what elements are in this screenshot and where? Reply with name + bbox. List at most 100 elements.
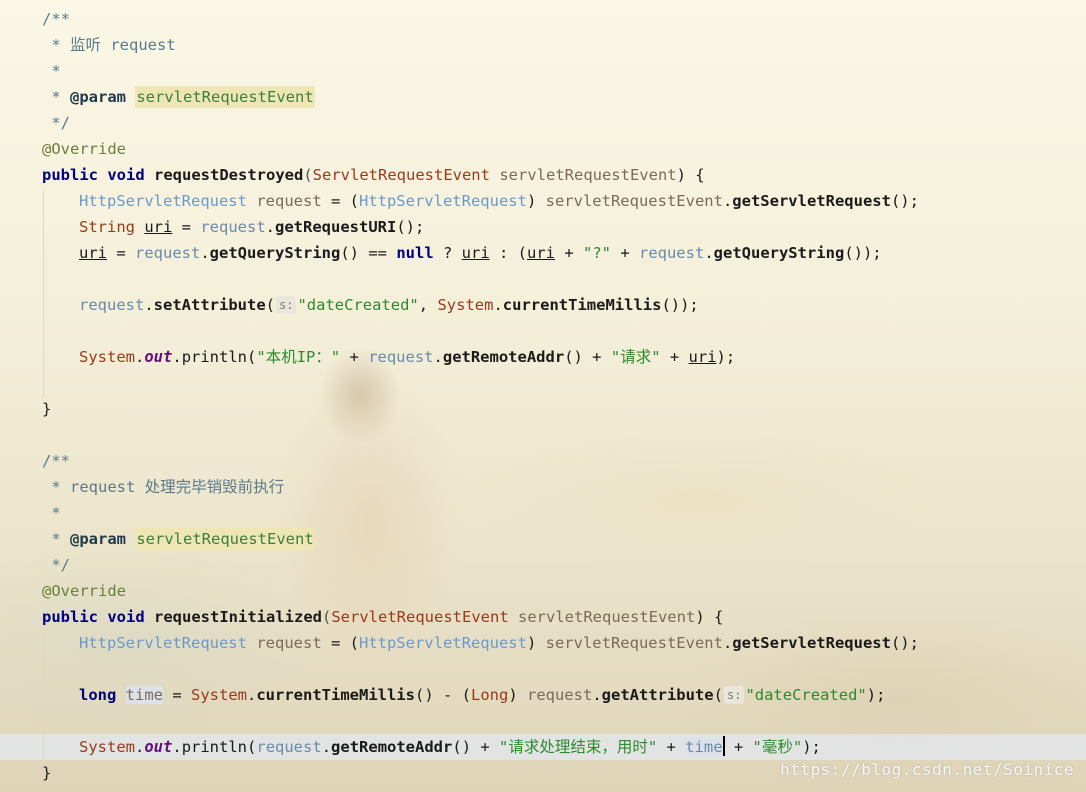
- code-line[interactable]: System.out.println("本机IP：" + request.get…: [42, 344, 735, 370]
- code-line[interactable]: * @param servletRequestEvent: [42, 526, 315, 552]
- static-field: out: [144, 348, 173, 366]
- code-line[interactable]: /**: [42, 6, 70, 32]
- method-call[interactable]: getRemoteAddr: [331, 738, 452, 756]
- code-line[interactable]: * request 处理完毕销毁前执行: [42, 474, 284, 500]
- keyword: public: [42, 166, 98, 184]
- operator: () ==: [340, 244, 397, 262]
- operator: =: [163, 686, 191, 704]
- code-line[interactable]: request.setAttribute(s: "dateCreated", Sy…: [42, 292, 699, 318]
- keyword: null: [396, 244, 434, 262]
- method-call[interactable]: getServletRequest: [732, 634, 891, 652]
- method-call[interactable]: getAttribute: [602, 686, 714, 704]
- code-editor[interactable]: /** * 监听 request * * @param servletReque…: [0, 0, 1086, 792]
- doc-comment: *: [42, 62, 61, 80]
- doc-comment: */: [42, 114, 70, 132]
- type-name[interactable]: System: [79, 738, 135, 756]
- method-call[interactable]: currentTimeMillis: [256, 686, 415, 704]
- code-line[interactable]: }: [42, 760, 51, 786]
- type-name[interactable]: System: [191, 686, 247, 704]
- watermark: https://blog.csdn.net/Soinice: [780, 760, 1074, 779]
- type-name[interactable]: HttpServletRequest: [79, 634, 247, 652]
- doc-comment: *: [42, 530, 70, 548]
- keyword: void: [107, 608, 145, 626]
- code-line[interactable]: *: [42, 58, 61, 84]
- type-name[interactable]: HttpServletRequest: [79, 192, 247, 210]
- code-line[interactable]: }: [42, 396, 51, 422]
- operator: () - (: [414, 686, 471, 704]
- doc-comment: /**: [42, 10, 70, 28]
- string-literal: "本机IP：": [256, 348, 341, 366]
- code-line[interactable]: String uri = request.getRequestURI();: [42, 214, 424, 240]
- variable: request: [79, 296, 145, 314]
- punctuation: );: [716, 348, 736, 366]
- variable: uri: [526, 244, 555, 262]
- code-line[interactable]: public void requestDestroyed(ServletRequ…: [42, 162, 705, 188]
- variable: request: [256, 634, 322, 652]
- method-call[interactable]: currentTimeMillis: [503, 296, 662, 314]
- method-name[interactable]: requestInitialized: [154, 608, 322, 626]
- punctuation: ());: [844, 244, 882, 262]
- method-call[interactable]: getServletRequest: [732, 192, 891, 210]
- code-line[interactable]: * 监听 request: [42, 32, 176, 58]
- code-line[interactable]: System.out.println(request.getRemoteAddr…: [42, 734, 821, 760]
- method-call[interactable]: getRemoteAddr: [443, 348, 564, 366]
- doc-comment: *: [42, 88, 70, 106]
- type-name[interactable]: System: [79, 348, 135, 366]
- type-name[interactable]: HttpServletRequest: [359, 192, 527, 210]
- keyword: long: [79, 686, 117, 704]
- punctuation: ();: [396, 218, 425, 236]
- type-name[interactable]: ServletRequestEvent: [313, 166, 490, 184]
- punctuation: ) {: [676, 166, 705, 184]
- punctuation: ();: [890, 192, 919, 210]
- type-name[interactable]: ServletRequestEvent: [331, 608, 508, 626]
- annotation: @Override: [42, 140, 126, 158]
- operator: =: [172, 218, 201, 236]
- operator: ): [508, 686, 527, 704]
- variable: request: [526, 686, 593, 704]
- code-line[interactable]: @Override: [42, 578, 126, 604]
- code-line[interactable]: /**: [42, 448, 70, 474]
- doc-comment: * 监听 request: [42, 36, 176, 54]
- type-name[interactable]: Long: [471, 686, 508, 704]
- method-call[interactable]: println: [182, 738, 247, 756]
- code-line[interactable]: *: [42, 500, 60, 526]
- code-line[interactable]: HttpServletRequest request = (HttpServle…: [42, 188, 919, 214]
- code-line[interactable]: HttpServletRequest request = (HttpServle…: [42, 630, 919, 656]
- doc-tag: @param: [70, 88, 126, 106]
- code-line[interactable]: */: [42, 552, 70, 578]
- code-line[interactable]: */: [42, 110, 70, 136]
- string-literal: "dateCreated": [297, 296, 419, 314]
- code-line[interactable]: public void requestInitialized(ServletRe…: [42, 604, 723, 630]
- variable: request: [368, 348, 434, 366]
- type-name[interactable]: System: [437, 296, 493, 314]
- code-line[interactable]: * @param servletRequestEvent: [42, 84, 315, 110]
- operator: () +: [564, 348, 611, 366]
- method-call[interactable]: setAttribute: [154, 296, 266, 314]
- method-call[interactable]: println: [182, 348, 247, 366]
- operator: +: [660, 348, 689, 366]
- parameter-name: servletRequestEvent: [518, 608, 696, 626]
- variable: uri: [144, 218, 173, 236]
- string-literal: "dateCreated": [745, 686, 867, 704]
- operator: +: [610, 244, 639, 262]
- operator: () +: [452, 738, 500, 756]
- code-line[interactable]: long time = System.currentTimeMillis() -…: [42, 682, 885, 708]
- operator: = (: [321, 634, 359, 652]
- code-line[interactable]: @Override: [42, 136, 126, 162]
- closing-brace: }: [42, 400, 52, 418]
- method-call[interactable]: getQueryString: [714, 244, 845, 262]
- operator: (: [247, 738, 257, 756]
- code-line[interactable]: uri = request.getQueryString() == null ?…: [42, 240, 882, 266]
- method-name[interactable]: requestDestroyed: [154, 166, 303, 184]
- string-literal: "请求处理结束，用时": [499, 738, 658, 756]
- string-literal: "毫秒": [752, 738, 803, 756]
- punctuation: ();: [890, 634, 919, 652]
- parameter-hint: s:: [276, 296, 297, 314]
- doc-comment: /**: [42, 452, 70, 470]
- type-name[interactable]: HttpServletRequest: [359, 634, 527, 652]
- type-name[interactable]: String: [79, 218, 135, 236]
- method-call[interactable]: getRequestURI: [275, 218, 396, 236]
- method-call[interactable]: getQueryString: [210, 244, 341, 262]
- variable: uri: [688, 348, 717, 366]
- keyword: void: [107, 166, 145, 184]
